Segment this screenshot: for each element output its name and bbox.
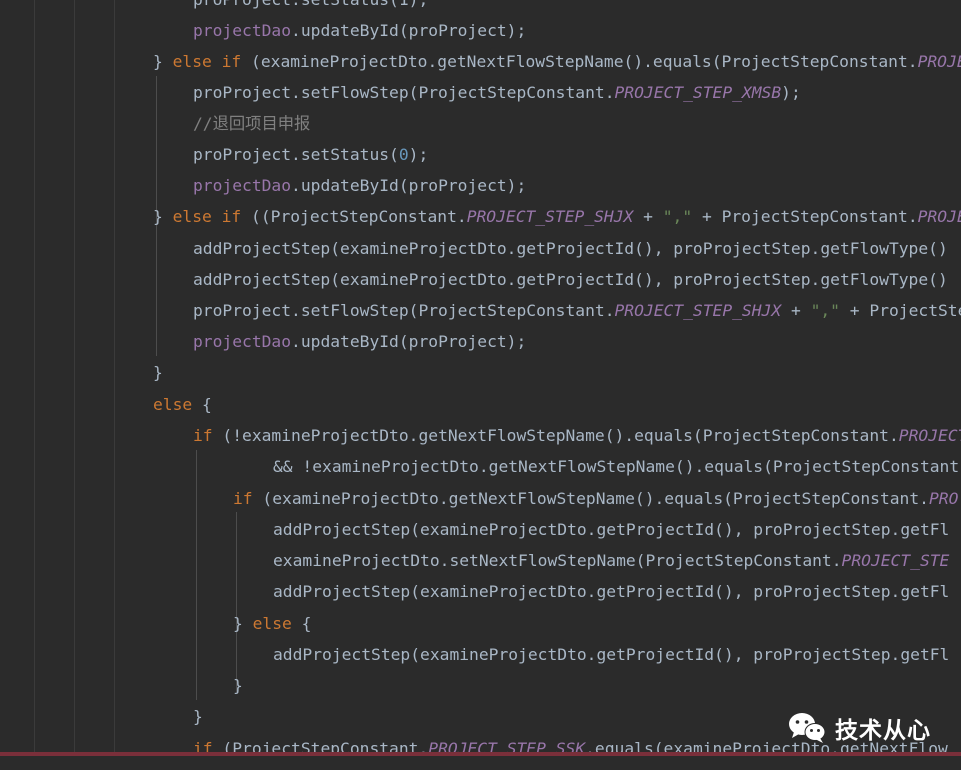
block-indent-line — [236, 512, 237, 692]
code-token: projectDao — [193, 21, 292, 40]
code-token: addProjectStep(examineProjectDto.getProj… — [193, 270, 948, 289]
code-token: (!examineProjectDto.getNextFlowStepName(… — [222, 426, 899, 445]
block-indent-line — [196, 450, 197, 700]
code-token: ); — [781, 83, 801, 102]
code-line[interactable]: addProjectStep(examineProjectDto.getProj… — [193, 233, 948, 264]
code-token: } — [193, 707, 203, 726]
watermark-text: 技术从心 — [835, 718, 931, 744]
code-line[interactable]: } else if (examineProjectDto.getNextFlow… — [153, 46, 961, 77]
code-token: { — [202, 395, 212, 414]
code-token: else if — [172, 207, 252, 226]
code-token: projectDao — [193, 176, 292, 195]
code-token: else — [153, 395, 203, 414]
indent-guide — [34, 0, 35, 770]
code-line[interactable]: projectDao.updateById(proProject); — [193, 15, 526, 46]
code-token: ((ProjectStepConstant. — [251, 207, 467, 226]
code-line[interactable]: addProjectStep(examineProjectDto.getProj… — [273, 514, 949, 545]
code-token: PRO — [928, 489, 959, 508]
code-token: "," — [662, 207, 693, 226]
code-token: proProject.setStatus(1); — [193, 0, 428, 9]
code-line[interactable]: projectDao.updateById(proProject); — [193, 170, 526, 201]
code-token: proProject.setStatus( — [193, 145, 399, 164]
code-line[interactable]: proProject.setFlowStep(ProjectStepConsta… — [193, 77, 801, 108]
code-token: + — [633, 207, 663, 226]
code-line[interactable]: examineProjectDto.setNextFlowStepName(Pr… — [273, 545, 949, 576]
code-line[interactable]: addProjectStep(examineProjectDto.getProj… — [193, 264, 948, 295]
code-line[interactable]: } — [233, 670, 243, 701]
code-line[interactable]: addProjectStep(examineProjectDto.getProj… — [273, 576, 949, 607]
code-token: } — [233, 676, 243, 695]
code-token: PROJECT_ — [917, 207, 961, 226]
code-token: PROJECT_STEP_XMSB — [614, 83, 782, 102]
code-token: { — [301, 614, 312, 633]
code-token: } — [153, 363, 163, 382]
code-token: PROJECT_STE — [841, 551, 950, 570]
code-token: .updateById(proProject); — [291, 21, 527, 40]
code-token: (examineProjectDto.getNextFlowStepName()… — [251, 52, 918, 71]
code-token: + ProjectStepConstant — [849, 301, 961, 320]
code-token: proProject.setFlowStep(ProjectStepConsta… — [193, 83, 615, 102]
code-token: addProjectStep(examineProjectDto.getProj… — [273, 582, 950, 601]
code-line[interactable]: if (!examineProjectDto.getNextFlowStepNa… — [193, 420, 961, 451]
code-token: PROJECT_STEP_ — [917, 52, 961, 71]
code-token: examineProjectDto.setNextFlowStepName(Pr… — [273, 551, 842, 570]
code-token: else if — [172, 52, 252, 71]
code-token: + ProjectStepConstant. — [692, 207, 918, 226]
code-token: 0 — [398, 145, 409, 164]
code-token: PROJECT_STEP_SHJX — [466, 207, 634, 226]
code-token: else — [252, 614, 302, 633]
code-token: if — [233, 489, 263, 508]
code-token: proProject.setFlowStep(ProjectStepConsta… — [193, 301, 615, 320]
code-line[interactable]: && !examineProjectDto.getNextFlowStepNam… — [273, 451, 959, 482]
indent-guide — [74, 0, 75, 770]
code-line[interactable]: proProject.setStatus(0); — [193, 139, 428, 170]
code-line[interactable]: projectDao.updateById(proProject); — [193, 326, 526, 357]
code-line[interactable]: else { — [153, 389, 212, 420]
code-editor[interactable]: proProject.setStatus(1);projectDao.updat… — [0, 0, 961, 770]
wechat-icon — [789, 713, 826, 743]
indent-guide — [114, 0, 115, 770]
code-token: && !examineProjectDto.getNextFlowStepNam… — [273, 457, 960, 476]
code-token: } — [153, 52, 173, 71]
code-line[interactable]: addProjectStep(examineProjectDto.getProj… — [273, 639, 949, 670]
code-line[interactable]: } else if ((ProjectStepConstant.PROJECT_… — [153, 201, 961, 232]
code-line[interactable]: } — [193, 701, 203, 732]
code-token: } — [153, 207, 173, 226]
code-token: PROJECT — [898, 426, 961, 445]
code-token: } — [233, 614, 253, 633]
code-token: addProjectStep(examineProjectDto.getProj… — [273, 520, 950, 539]
code-line[interactable]: proProject.setFlowStep(ProjectStepConsta… — [193, 295, 961, 326]
code-line[interactable]: if (examineProjectDto.getNextFlowStepNam… — [233, 483, 958, 514]
code-token: //退回项目申报 — [193, 114, 311, 133]
code-token: (examineProjectDto.getNextFlowStepName()… — [262, 489, 929, 508]
code-token: addProjectStep(examineProjectDto.getProj… — [193, 239, 948, 258]
code-token: + — [781, 301, 811, 320]
code-token: addProjectStep(examineProjectDto.getProj… — [273, 645, 950, 664]
error-stripe — [0, 752, 961, 756]
code-token: ); — [408, 145, 429, 164]
code-line[interactable]: } else { — [233, 608, 311, 639]
code-token: .updateById(proProject); — [291, 332, 527, 351]
code-token: if — [193, 426, 223, 445]
code-line[interactable]: //退回项目申报 — [193, 108, 310, 139]
code-token: "," — [810, 301, 840, 320]
code-token: projectDao — [193, 332, 292, 351]
code-token: .updateById(proProject); — [291, 176, 527, 195]
code-line[interactable]: proProject.setStatus(1); — [193, 0, 428, 15]
code-token: PROJECT_STEP_SHJX — [614, 301, 782, 320]
code-line[interactable]: } — [153, 357, 163, 388]
watermark: 技术从心 — [787, 708, 931, 748]
